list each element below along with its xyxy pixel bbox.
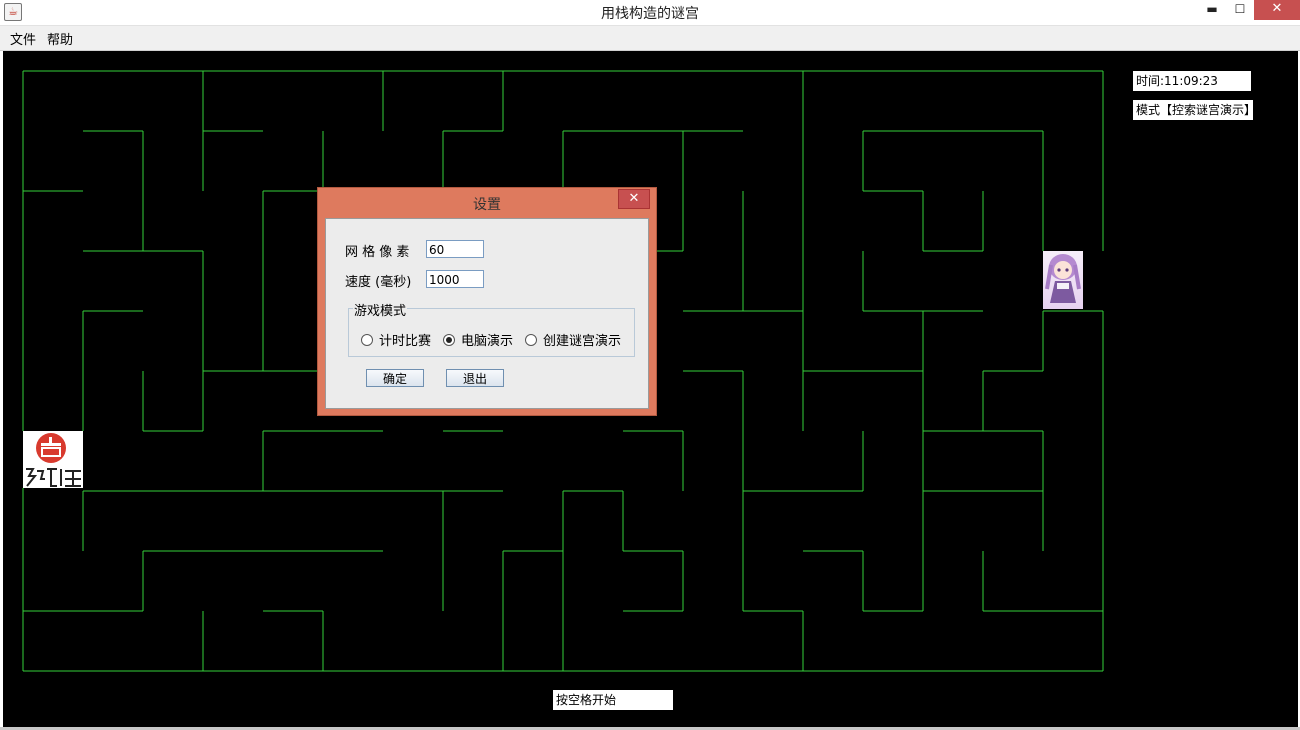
maze-canvas[interactable]: 时间:11:09:23 模式【控索谜宫演示】 按空格开始 设置 ✕ 网 格 像 … — [3, 51, 1298, 727]
start-hint: 按空格开始 — [553, 690, 673, 710]
radio-computer-demo-label: 电脑演示 — [461, 334, 514, 349]
radio-timed-race[interactable]: 计时比赛 — [361, 330, 431, 349]
radio-computer-demo[interactable]: 电脑演示 — [443, 330, 513, 349]
ok-button[interactable]: 确定 — [366, 369, 424, 387]
dialog-body: 网 格 像 素 60 速度 (毫秒) 1000 游戏模式 计时比赛 电脑演示 创… — [325, 218, 649, 409]
mode-display: 模式【控索谜宫演示】 — [1133, 100, 1256, 120]
speed-label: 速度 (毫秒) — [345, 275, 412, 290]
entrance-logo-icon — [23, 431, 83, 488]
close-button[interactable]: ✕ — [1254, 0, 1300, 20]
maximize-button[interactable]: ☐ — [1226, 0, 1254, 20]
radio-create-maze-demo[interactable]: 创建谜宫演示 — [525, 330, 621, 349]
dialog-close-button[interactable]: ✕ — [618, 189, 650, 209]
minimize-button[interactable]: ▬ — [1198, 0, 1226, 20]
settings-dialog: 设置 ✕ 网 格 像 素 60 速度 (毫秒) 1000 游戏模式 计时比赛 电… — [317, 187, 657, 416]
radio-timed-race-label: 计时比赛 — [379, 334, 432, 349]
grid-pixel-input[interactable]: 60 — [426, 240, 484, 258]
grid-pixel-label: 网 格 像 素 — [345, 245, 410, 260]
player-avatar-icon — [1043, 251, 1083, 309]
radio-unchecked-icon — [525, 333, 537, 346]
game-mode-legend: 游戏模式 — [353, 300, 408, 319]
menu-bar: 文件 帮助 — [0, 26, 1300, 51]
window-title: 用栈构造的谜宫 — [601, 6, 699, 22]
menu-help[interactable]: 帮助 — [45, 29, 75, 48]
game-mode-group: 游戏模式 计时比赛 电脑演示 创建谜宫演示 — [348, 300, 635, 357]
dialog-title: 设置 — [473, 197, 501, 213]
timer-display: 时间:11:09:23 — [1133, 71, 1251, 91]
title-bar: ☕ 用栈构造的谜宫 ▬ ☐ ✕ — [0, 0, 1300, 26]
speed-input[interactable]: 1000 — [426, 270, 484, 288]
radio-checked-icon — [443, 333, 455, 346]
radio-create-maze-demo-label: 创建谜宫演示 — [543, 334, 622, 349]
window-controls: ▬ ☐ ✕ — [1198, 0, 1300, 22]
radio-unchecked-icon — [361, 333, 373, 346]
exit-button[interactable]: 退出 — [446, 369, 504, 387]
menu-file[interactable]: 文件 — [8, 29, 38, 48]
